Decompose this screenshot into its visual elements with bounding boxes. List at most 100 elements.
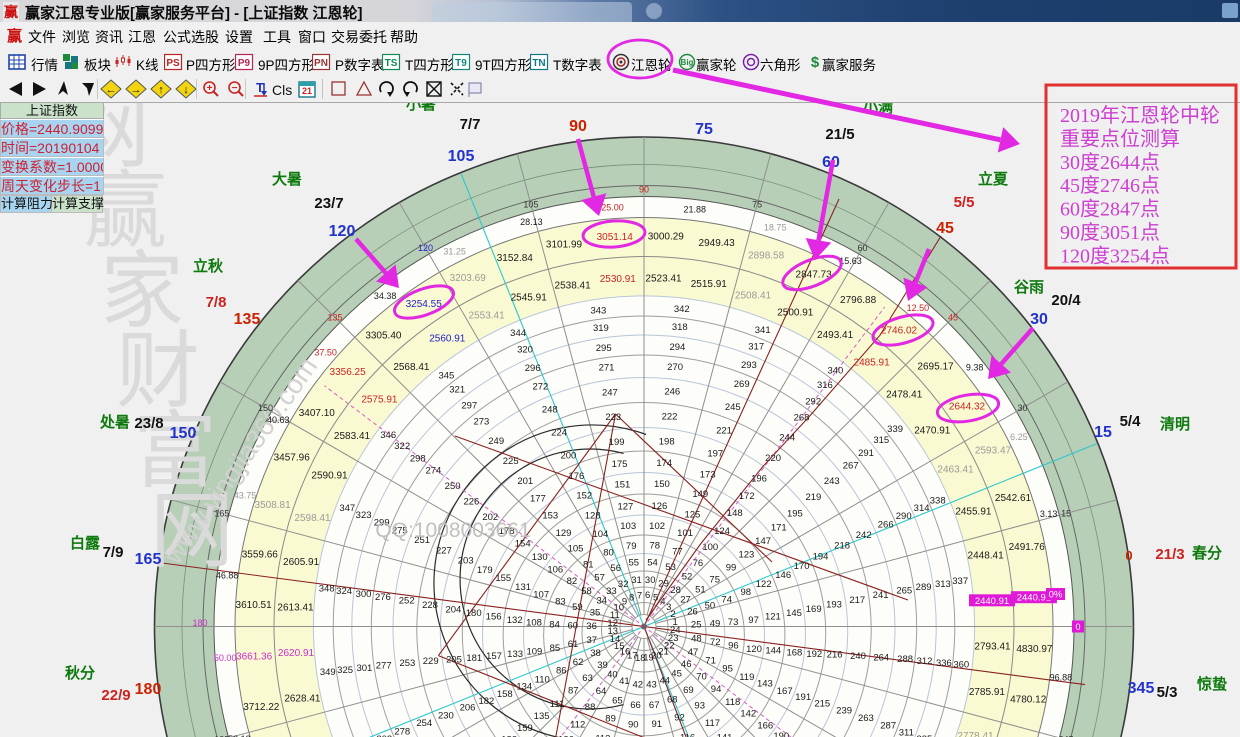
svg-text:54: 54	[647, 558, 658, 569]
svg-text:2523.41: 2523.41	[645, 274, 682, 285]
svg-text:227: 227	[436, 546, 452, 557]
svg-text:225: 225	[503, 456, 519, 467]
svg-text:33: 33	[606, 586, 617, 597]
svg-text:120: 120	[329, 223, 356, 240]
svg-text:26: 26	[687, 607, 698, 618]
svg-text:288: 288	[897, 654, 913, 665]
svg-text:155: 155	[495, 573, 511, 584]
svg-text:74: 74	[721, 595, 732, 606]
svg-text:216: 216	[827, 650, 843, 661]
svg-text:2746.02: 2746.02	[881, 326, 918, 337]
svg-text:46: 46	[681, 659, 692, 670]
svg-text:2491.76: 2491.76	[1009, 542, 1046, 553]
svg-text:25: 25	[691, 620, 702, 631]
svg-text:3457.96: 3457.96	[274, 452, 311, 463]
svg-text:61: 61	[568, 639, 579, 650]
svg-text:47: 47	[688, 647, 699, 658]
svg-text:89: 89	[605, 714, 616, 725]
svg-text:143: 143	[757, 679, 773, 690]
svg-text:105: 105	[448, 148, 475, 165]
svg-text:87: 87	[568, 686, 579, 697]
svg-text:2515.91: 2515.91	[691, 279, 728, 290]
svg-text:60: 60	[857, 243, 867, 253]
svg-text:269: 269	[734, 379, 750, 390]
svg-text:142: 142	[740, 708, 756, 719]
svg-text:40.63: 40.63	[267, 415, 290, 425]
svg-text:152: 152	[576, 490, 592, 501]
svg-text:221: 221	[716, 425, 732, 436]
svg-text:2583.41: 2583.41	[334, 431, 371, 442]
svg-text:176: 176	[568, 471, 584, 482]
svg-text:5/4: 5/4	[1120, 413, 1142, 430]
svg-text:2508.41: 2508.41	[735, 291, 772, 302]
svg-text:177: 177	[530, 494, 546, 505]
svg-text:70: 70	[696, 672, 707, 683]
svg-text:151: 151	[614, 480, 630, 491]
svg-text:95: 95	[722, 663, 733, 674]
svg-text:108: 108	[526, 618, 542, 629]
svg-text:226: 226	[463, 496, 479, 507]
svg-text:313: 313	[935, 579, 951, 590]
svg-text:75: 75	[752, 199, 762, 209]
svg-text:345: 345	[438, 370, 454, 381]
svg-text:144: 144	[765, 646, 781, 657]
svg-text:126: 126	[651, 501, 667, 512]
svg-text:278: 278	[394, 727, 410, 737]
svg-text:3407.10: 3407.10	[299, 408, 336, 419]
svg-text:2493.41: 2493.41	[817, 330, 854, 341]
svg-text:2470.91: 2470.91	[914, 425, 951, 436]
svg-text:289: 289	[916, 582, 932, 593]
svg-text:24: 24	[670, 625, 681, 636]
svg-text:315: 315	[873, 435, 889, 446]
svg-text:2593.47: 2593.47	[975, 446, 1012, 457]
svg-text:197: 197	[707, 449, 723, 460]
svg-text:3000.29: 3000.29	[648, 232, 685, 243]
svg-text:246: 246	[664, 387, 680, 398]
svg-text:343: 343	[590, 305, 606, 316]
svg-text:65: 65	[612, 695, 623, 706]
svg-text:18.75: 18.75	[764, 223, 787, 233]
svg-text:312: 312	[917, 656, 933, 667]
svg-text:290: 290	[896, 511, 912, 522]
svg-text:106: 106	[547, 564, 563, 575]
svg-text:224: 224	[551, 427, 567, 438]
svg-text:321: 321	[449, 385, 465, 396]
svg-text:311: 311	[899, 727, 914, 737]
svg-text:3.13: 3.13	[1040, 509, 1058, 519]
svg-text:66: 66	[630, 700, 641, 711]
svg-text:128: 128	[585, 511, 601, 522]
svg-text:50.00: 50.00	[214, 653, 237, 663]
svg-text:79: 79	[626, 541, 637, 552]
svg-text:93: 93	[694, 701, 705, 712]
svg-text:31: 31	[631, 575, 642, 586]
svg-text:218: 218	[834, 541, 850, 552]
svg-text:2590.91: 2590.91	[311, 471, 348, 482]
svg-text:85: 85	[550, 643, 561, 654]
svg-text:大暑: 大暑	[272, 170, 302, 188]
svg-text:59: 59	[572, 602, 583, 613]
svg-text:2545.91: 2545.91	[511, 293, 548, 304]
svg-text:43.75: 43.75	[234, 490, 257, 500]
svg-text:276: 276	[375, 592, 391, 603]
svg-text:100: 100	[702, 542, 718, 553]
svg-text:175: 175	[612, 459, 628, 470]
svg-text:94: 94	[711, 684, 722, 695]
svg-text:268: 268	[794, 412, 810, 423]
svg-text:76: 76	[693, 558, 704, 569]
svg-text:7: 7	[637, 590, 642, 601]
svg-text:31.25: 31.25	[443, 247, 466, 257]
svg-text:49: 49	[710, 619, 721, 630]
svg-text:172: 172	[739, 491, 755, 502]
svg-text:清明: 清明	[1160, 415, 1190, 433]
svg-text:3661.36: 3661.36	[236, 651, 273, 662]
svg-text:91: 91	[652, 719, 663, 730]
svg-text:40: 40	[607, 670, 618, 681]
svg-text:55: 55	[629, 558, 640, 569]
svg-text:44: 44	[660, 676, 671, 687]
svg-text:7/7: 7/7	[460, 116, 481, 133]
svg-text:4: 4	[660, 596, 665, 607]
svg-text:7/9: 7/9	[103, 544, 124, 561]
svg-text:217: 217	[849, 595, 865, 606]
svg-text:153: 153	[542, 510, 558, 521]
svg-text:323: 323	[356, 510, 372, 521]
